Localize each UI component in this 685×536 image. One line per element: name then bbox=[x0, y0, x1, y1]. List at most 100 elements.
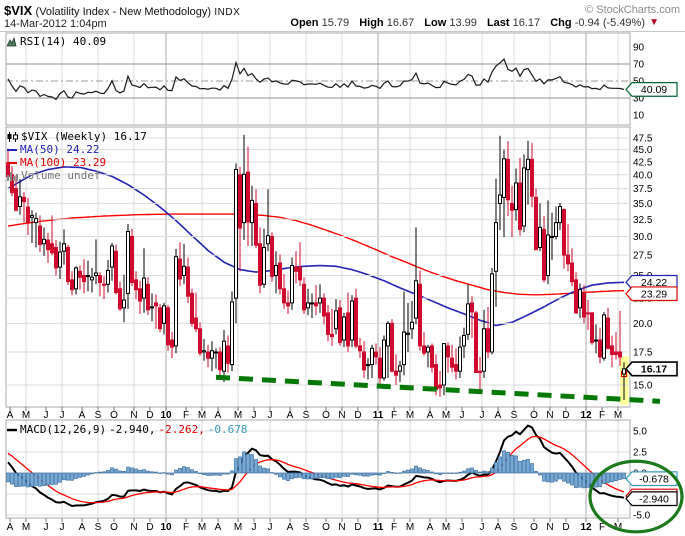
svg-text:A: A bbox=[79, 410, 86, 421]
svg-text:M: M bbox=[614, 410, 622, 421]
svg-text:N: N bbox=[546, 522, 553, 533]
stockcharts-chart: 907050301047.545.042.540.037.535.032.530… bbox=[0, 0, 685, 536]
ma50-legend-label: MA(50) 24.22 bbox=[20, 143, 99, 156]
svg-text:F: F bbox=[391, 410, 397, 421]
candlestick-chart-icon bbox=[7, 132, 18, 142]
change-down-icon: ▼ bbox=[649, 17, 659, 28]
svg-text:M: M bbox=[442, 410, 450, 421]
svg-text:O: O bbox=[530, 410, 538, 421]
svg-text:47.5: 47.5 bbox=[633, 133, 653, 144]
svg-text:A: A bbox=[427, 522, 434, 533]
svg-text:F: F bbox=[391, 522, 397, 533]
svg-text:40.09: 40.09 bbox=[641, 84, 667, 96]
svg-text:F: F bbox=[599, 410, 605, 421]
rsi-value-box: 40.09 bbox=[626, 83, 677, 97]
svg-text:-0.678: -0.678 bbox=[639, 473, 669, 485]
svg-text:32.5: 32.5 bbox=[633, 215, 653, 226]
svg-text:J: J bbox=[480, 410, 485, 421]
macd-legend-label: MACD(12,26,9) bbox=[20, 423, 106, 436]
svg-text:A: A bbox=[287, 522, 294, 533]
svg-text:12: 12 bbox=[580, 522, 592, 533]
rsi-line bbox=[8, 59, 624, 99]
svg-text:J: J bbox=[252, 522, 257, 533]
svg-text:17.5: 17.5 bbox=[633, 347, 653, 358]
svg-text:N: N bbox=[338, 410, 345, 421]
low-label: Low bbox=[424, 17, 446, 29]
svg-text:45.0: 45.0 bbox=[633, 145, 653, 156]
open-value: 15.79 bbox=[322, 17, 350, 29]
svg-text:M: M bbox=[442, 522, 450, 533]
svg-text:S: S bbox=[511, 410, 518, 421]
svg-text:J: J bbox=[252, 410, 257, 421]
svg-text:J: J bbox=[44, 410, 49, 421]
x-axis-main: AMJJASOND10FMAMJJASOND11FMAMJJASOND12FM bbox=[7, 407, 623, 421]
svg-text:M: M bbox=[198, 522, 206, 533]
svg-text:J: J bbox=[44, 522, 49, 533]
svg-text:J: J bbox=[480, 522, 485, 533]
svg-text:A: A bbox=[79, 522, 86, 533]
svg-text:11: 11 bbox=[373, 410, 384, 421]
macd-legend: MACD(12,26,9) -2.940, -2.262, -0.678 bbox=[7, 423, 248, 436]
svg-text:23.29: 23.29 bbox=[641, 288, 667, 300]
chart-title: $VIX (Volatility Index - New Methodology… bbox=[4, 3, 240, 18]
rsi-axis: 9070503010 bbox=[633, 43, 645, 122]
svg-text:42.5: 42.5 bbox=[633, 157, 653, 168]
svg-text:D: D bbox=[354, 522, 361, 533]
svg-text:2.5: 2.5 bbox=[633, 448, 647, 459]
x-axis-macd: AMJJASOND10FMAMJJASOND11FMAMJJASOND12FM bbox=[7, 518, 623, 533]
svg-text:J: J bbox=[460, 522, 465, 533]
svg-text:D: D bbox=[146, 410, 153, 421]
svg-text:40.0: 40.0 bbox=[633, 170, 653, 181]
main-legend: $VIX (Weekly) 16.17 MA(50) 24.22 MA(100)… bbox=[7, 130, 147, 182]
ma50-line-icon bbox=[7, 145, 17, 155]
svg-text:N: N bbox=[338, 522, 345, 533]
svg-text:N: N bbox=[130, 410, 137, 421]
svg-text:D: D bbox=[146, 522, 153, 533]
svg-text:S: S bbox=[95, 522, 102, 533]
last-value: 16.17 bbox=[513, 17, 541, 29]
last-price-box: 16.17 bbox=[626, 362, 677, 376]
volume-histogram-icon bbox=[7, 171, 18, 181]
svg-text:A: A bbox=[427, 410, 434, 421]
volume-legend-label: Volume undef bbox=[21, 169, 100, 182]
svg-text:M: M bbox=[406, 410, 414, 421]
svg-text:A: A bbox=[495, 410, 502, 421]
svg-text:O: O bbox=[110, 522, 118, 533]
ma100-value-box: 23.29 bbox=[626, 287, 677, 301]
svg-text:12: 12 bbox=[580, 410, 592, 421]
chg-label: Chg bbox=[550, 17, 571, 29]
svg-text:M: M bbox=[22, 410, 30, 421]
svg-text:M: M bbox=[198, 410, 206, 421]
svg-text:70: 70 bbox=[633, 60, 645, 71]
svg-text:S: S bbox=[511, 522, 518, 533]
svg-text:F: F bbox=[183, 410, 189, 421]
svg-text:M: M bbox=[234, 410, 242, 421]
svg-text:O: O bbox=[322, 522, 330, 533]
macd-histogram bbox=[7, 451, 626, 488]
svg-text:A: A bbox=[215, 522, 222, 533]
svg-text:O: O bbox=[530, 522, 538, 533]
quote-row: Open 15.79 High 16.67 Low 13.99 Last 16.… bbox=[283, 17, 645, 29]
svg-text:J: J bbox=[60, 522, 65, 533]
svg-text:M: M bbox=[406, 522, 414, 533]
main-legend-symbol: $VIX (Weekly) 16.17 bbox=[21, 130, 147, 143]
svg-text:D: D bbox=[562, 522, 569, 533]
svg-text:S: S bbox=[303, 410, 310, 421]
svg-text:5.0: 5.0 bbox=[633, 427, 647, 438]
last-label: Last bbox=[487, 17, 510, 29]
macd-line-icon bbox=[7, 425, 17, 435]
svg-text:A: A bbox=[495, 522, 502, 533]
svg-text:J: J bbox=[268, 410, 273, 421]
svg-text:M: M bbox=[22, 522, 30, 533]
svg-text:M: M bbox=[234, 522, 242, 533]
macd-value: -2.940, bbox=[109, 423, 155, 436]
svg-text:27.5: 27.5 bbox=[633, 251, 653, 262]
svg-text:A: A bbox=[7, 410, 14, 421]
chg-value: -0.94 (-5.49%) bbox=[575, 17, 645, 29]
svg-text:30.0: 30.0 bbox=[633, 232, 653, 243]
low-value: 13.99 bbox=[449, 17, 477, 29]
high-label: High bbox=[359, 17, 383, 29]
rsi-chart-type-icon bbox=[7, 37, 17, 47]
ma100-line-icon bbox=[7, 158, 17, 168]
svg-text:-2.940: -2.940 bbox=[639, 493, 669, 505]
